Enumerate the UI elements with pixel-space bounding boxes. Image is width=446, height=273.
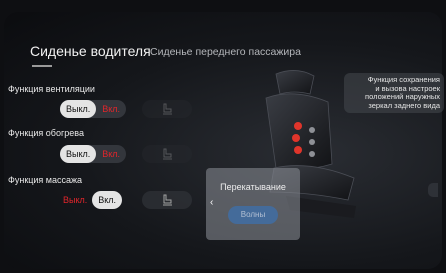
heating-off-option[interactable]: Выкл. (60, 145, 97, 163)
chevron-left-icon[interactable]: ‹ (210, 197, 213, 208)
mirror-memory-info[interactable]: Функция сохранения и вызова настроек пол… (344, 73, 444, 113)
massage-mode-title: Перекатывание (220, 182, 286, 192)
heating-seat-button[interactable] (142, 145, 192, 163)
heating-on-option[interactable]: Вкл. (96, 145, 126, 163)
ventilation-label: Функция вентиляции (8, 84, 95, 94)
tab-passenger-seat[interactable]: Сиденье переднего пассажира (150, 46, 301, 58)
massage-toggle[interactable]: Выкл. Вкл. (58, 191, 123, 209)
seat-icon (163, 103, 172, 115)
side-panel-handle[interactable] (428, 183, 438, 197)
massage-seat-button[interactable] (142, 191, 192, 209)
massage-mode-popup: Перекатывание Волны (206, 168, 300, 240)
seat-icon (163, 148, 172, 160)
massage-label: Функция массажа (8, 175, 83, 185)
ventilation-off-option[interactable]: Выкл. (60, 100, 97, 118)
ventilation-seat-button[interactable] (142, 100, 192, 118)
tab-active-underline (32, 65, 52, 67)
heating-toggle[interactable]: Выкл. Вкл. (60, 145, 127, 163)
ventilation-toggle[interactable]: Выкл. Вкл. (60, 100, 127, 118)
massage-on-option[interactable]: Вкл. (92, 191, 123, 209)
massage-off-option[interactable]: Выкл. (58, 191, 92, 209)
tab-driver-seat[interactable]: Сиденье водителя (30, 43, 151, 59)
seat-icon (163, 194, 172, 206)
massage-wave-button[interactable]: Волны (228, 206, 278, 224)
heating-label: Функция обогрева (8, 128, 84, 138)
ventilation-on-option[interactable]: Вкл. (96, 100, 126, 118)
mirror-info-line: зеркал заднего вида (368, 100, 440, 110)
